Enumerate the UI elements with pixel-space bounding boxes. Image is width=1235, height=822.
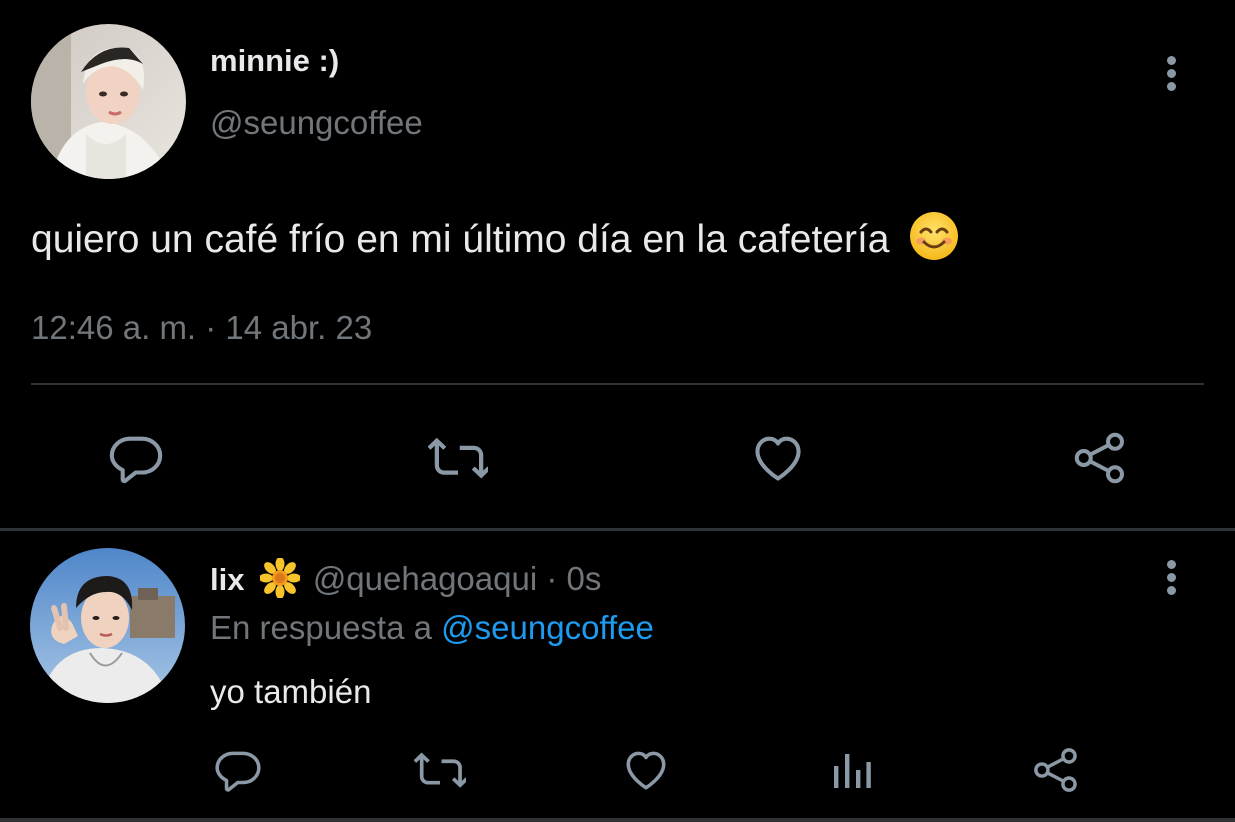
reply-icon (109, 436, 163, 484)
share-icon (1074, 432, 1124, 484)
like-button[interactable] (748, 428, 808, 488)
share-button[interactable] (1030, 744, 1082, 796)
separator-dot: · (537, 560, 567, 597)
divider (31, 383, 1204, 385)
tweet-timestamp[interactable]: 12:46 a. m. · 14 abr. 23 (31, 308, 372, 348)
dot-icon (1166, 56, 1176, 65)
more-options-button[interactable] (1164, 560, 1178, 604)
reply-button[interactable] (106, 428, 166, 488)
more-options-button[interactable] (1164, 56, 1178, 100)
retweet-icon (428, 437, 488, 479)
avatar-image (31, 24, 186, 179)
like-icon (755, 436, 801, 481)
views-icon (834, 754, 871, 788)
reply-context-prefix: En respuesta a (210, 609, 442, 646)
author-display-name[interactable]: minnie :) (210, 42, 339, 80)
tweet-text-content: quiero un café frío en mi último día en … (31, 218, 890, 261)
retweet-button[interactable] (428, 428, 488, 488)
dot-icon (1166, 69, 1176, 78)
reply-text: yo también (210, 673, 372, 710)
reply-author-display-name[interactable]: lix (210, 562, 244, 597)
sunflower-icon (259, 558, 300, 598)
dot-icon (1166, 573, 1176, 582)
like-button[interactable] (620, 744, 672, 796)
reply-icon (215, 751, 261, 792)
avatar-image (30, 548, 185, 703)
smiling-face-icon (908, 210, 960, 262)
reply-mention-link[interactable]: @seungcoffee (441, 609, 654, 646)
reply-header: lix @quehagoaqui · 0s (210, 558, 601, 600)
dot-icon (1166, 560, 1176, 569)
divider (0, 528, 1235, 531)
tweet-detail-page: minnie :) @seungcoffee quiero un café fr… (0, 0, 1235, 822)
retweet-icon (414, 752, 466, 788)
like-icon (626, 751, 666, 790)
avatar[interactable] (31, 24, 186, 179)
tweet-text: quiero un café frío en mi último día en … (31, 210, 960, 265)
avatar[interactable] (30, 548, 185, 703)
reply-time[interactable]: 0s (567, 560, 602, 597)
retweet-button[interactable] (414, 744, 466, 796)
dot-icon (1166, 586, 1176, 595)
share-button[interactable] (1070, 428, 1130, 488)
reply-author-handle[interactable]: @quehagoaqui (313, 560, 537, 597)
reply-context: En respuesta a @seungcoffee (210, 608, 654, 648)
dot-icon (1166, 82, 1176, 91)
divider (0, 818, 1235, 822)
share-icon (1034, 748, 1077, 792)
reply-button[interactable] (212, 744, 264, 796)
author-handle[interactable]: @seungcoffee (210, 103, 423, 143)
views-button[interactable] (826, 744, 878, 796)
